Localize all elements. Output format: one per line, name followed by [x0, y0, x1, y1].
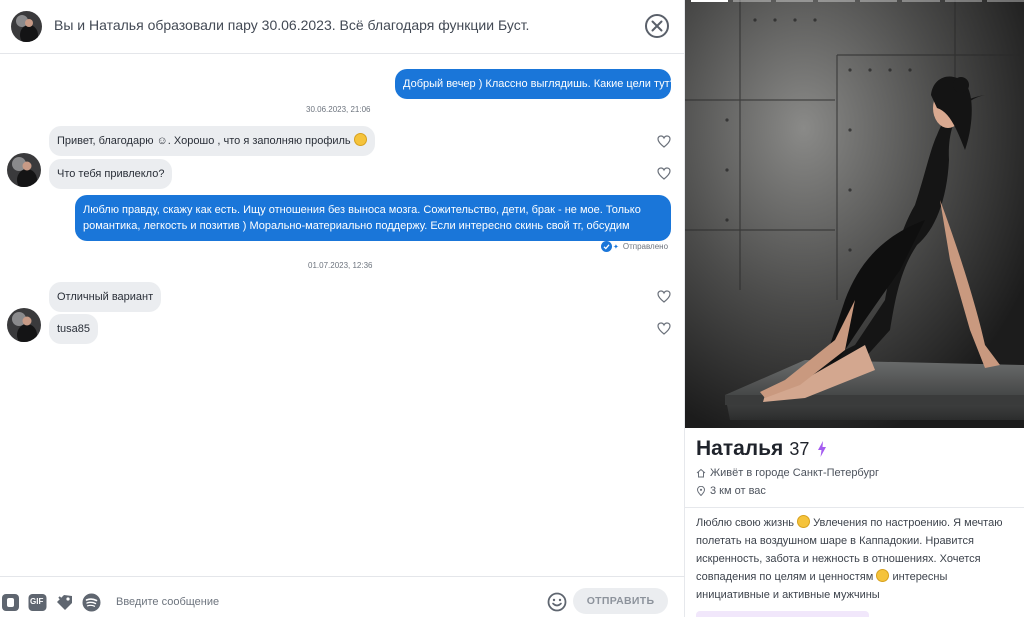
interest-tag[interactable]	[696, 611, 869, 617]
photo-progress-segment	[733, 0, 771, 2]
message-incoming[interactable]: tusa85	[49, 314, 99, 344]
smiley-icon	[547, 592, 567, 612]
close-chat-button[interactable]	[644, 13, 670, 39]
close-icon	[645, 14, 669, 38]
delivery-status: ✦ Отправлено	[601, 241, 668, 252]
profile-location-text: Живёт в городе Санкт-Петербург	[710, 467, 880, 479]
profile-distance: 3 км от вас	[696, 485, 766, 497]
profile-panel: Наталья 37 Живёт в городе Санкт-Петербур…	[685, 0, 1024, 617]
sticker-button[interactable]	[1, 593, 20, 612]
message-text: tusa85	[57, 323, 91, 335]
emoji-button[interactable]	[547, 592, 567, 612]
delivery-status-text: Отправлено	[622, 242, 669, 251]
profile-distance-text: 3 км от вас	[710, 485, 766, 497]
message-incoming[interactable]: Привет, благодарю ☺. Хорошо , что я запо…	[49, 126, 375, 156]
chat-panel: Вы и Наталья образовали пару 30.06.2023.…	[0, 0, 685, 617]
chat-header: Вы и Наталья образовали пару 30.06.2023.…	[0, 0, 685, 54]
heart-icon[interactable]	[657, 322, 671, 335]
music-button[interactable]	[82, 593, 101, 612]
message-outgoing[interactable]: Добрый вечер ) Классно выглядишь. Какие …	[395, 69, 676, 99]
message-text-line: романтика, легкость и позитив ) Морально…	[83, 220, 630, 232]
sparkle-icon: ✦	[613, 243, 619, 251]
photo-progress-segment	[817, 0, 855, 2]
heart-icon[interactable]	[657, 167, 671, 180]
message-text: Отличный вариант	[57, 291, 154, 303]
match-notice: Вы и Наталья образовали пару 30.06.2023.…	[54, 17, 530, 33]
gift-button[interactable]	[55, 593, 74, 612]
profile-divider	[685, 507, 1024, 508]
profile-bio: Люблю свою жизнь Увлечения по настроению…	[696, 514, 1022, 604]
profile-photo[interactable]	[685, 0, 1024, 428]
profile-bio-text: Люблю свою жизнь	[696, 517, 794, 529]
home-icon	[696, 468, 706, 478]
match-avatar[interactable]	[11, 11, 42, 42]
profile-age: 37	[789, 439, 810, 459]
profile-name-row: Наталья 37	[696, 437, 827, 461]
message-input[interactable]	[116, 591, 536, 613]
photo-progress-segment	[944, 0, 982, 2]
message-timestamp: 01.07.2023, 12:36	[308, 261, 373, 270]
boost-bolt-icon	[818, 441, 827, 457]
message-text: Добрый вечер ) Классно выглядишь. Какие …	[403, 78, 676, 90]
sender-avatar[interactable]	[7, 153, 41, 187]
read-check-icon	[601, 241, 612, 252]
sender-avatar[interactable]	[7, 308, 41, 342]
message-text-line: Люблю правду, скажу как есть. Ищу отноше…	[83, 204, 641, 216]
message-timestamp: 30.06.2023, 21:06	[306, 105, 371, 114]
photo-progress-segment	[775, 0, 813, 2]
send-button[interactable]: ОТПРАВИТЬ	[573, 588, 668, 614]
message-text: Что тебя привлекло?	[57, 168, 165, 180]
gif-button[interactable]: GIF	[28, 593, 47, 612]
profile-location: Живёт в городе Санкт-Петербург	[696, 467, 879, 479]
spotify-icon	[82, 593, 101, 612]
heart-icon[interactable]	[657, 135, 671, 148]
smile-emoji-icon	[353, 133, 367, 146]
photo-progress-segment	[986, 0, 1024, 2]
sticker-icon	[2, 594, 19, 611]
smile-emoji-icon	[797, 515, 811, 528]
photo-progress-segment	[860, 0, 898, 2]
gif-label: GIF	[30, 597, 44, 606]
message-composer: GIF ОТПРАВИТЬ	[0, 576, 685, 617]
heart-icon[interactable]	[657, 290, 671, 303]
message-outgoing[interactable]: Люблю правду, скажу как есть. Ищу отноше…	[75, 195, 671, 241]
location-pin-icon	[696, 486, 706, 496]
message-list[interactable]: Добрый вечер ) Классно выглядишь. Какие …	[0, 55, 685, 575]
wink-emoji-icon	[876, 569, 890, 582]
gift-icon	[57, 595, 72, 610]
profile-name: Наталья	[696, 437, 784, 460]
message-incoming[interactable]: Отличный вариант	[49, 282, 162, 312]
photo-progress	[691, 0, 1024, 3]
photo-progress-segment	[902, 0, 940, 2]
photo-progress-segment	[691, 0, 729, 2]
message-text: Привет, благодарю ☺. Хорошо , что я запо…	[57, 135, 351, 147]
message-incoming[interactable]: Что тебя привлекло?	[49, 159, 173, 189]
